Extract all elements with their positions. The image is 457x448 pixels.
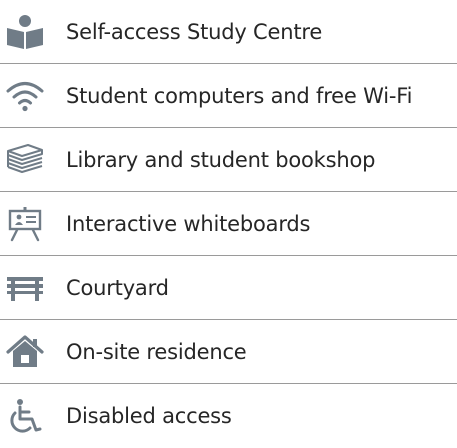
facility-label: Student computers and free Wi-Fi — [66, 83, 413, 108]
facility-item-on-site-residence: On-site residence — [0, 320, 457, 384]
facility-item-library-bookshop: Library and student bookshop — [0, 128, 457, 192]
facility-item-interactive-whiteboards: Interactive whiteboards — [0, 192, 457, 256]
whiteboard-icon — [5, 206, 45, 242]
wheelchair-icon — [5, 398, 45, 434]
wifi-icon — [5, 78, 45, 114]
facility-item-courtyard: Courtyard — [0, 256, 457, 320]
house-icon — [5, 334, 45, 370]
facility-label: Courtyard — [66, 275, 169, 300]
facility-label: Disabled access — [66, 404, 232, 428]
bench-icon — [5, 270, 45, 306]
reading-book-icon — [5, 14, 45, 50]
facilities-list: Self-access Study Centre Student compute… — [0, 0, 457, 448]
facility-label: Self-access Study Centre — [66, 19, 323, 44]
facility-item-self-access-study-centre: Self-access Study Centre — [0, 0, 457, 64]
facility-item-student-computers-wifi: Student computers and free Wi-Fi — [0, 64, 457, 128]
facility-item-disabled-access: Disabled access — [0, 384, 457, 448]
books-stack-icon — [5, 142, 45, 178]
facility-label: On-site residence — [66, 339, 247, 364]
facility-label: Library and student bookshop — [66, 147, 376, 172]
facility-label: Interactive whiteboards — [66, 211, 311, 236]
